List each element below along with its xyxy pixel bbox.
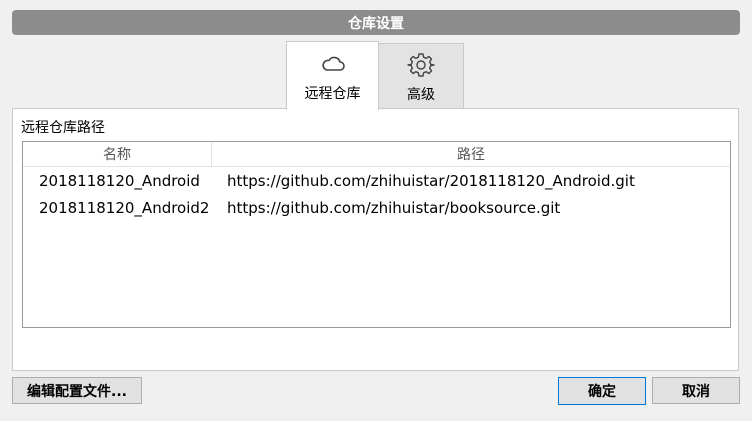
remote-repository-table[interactable]: 名称 路径 2018118120_Android https://github.… [22,141,731,328]
table-row[interactable]: 2018118120_Android2 https://github.com/z… [23,194,730,221]
tab-label: 高级 [407,87,435,103]
dialog-title: 仓库设置 [348,15,404,32]
tab-remote-repository[interactable]: 远程仓库 [286,41,379,110]
section-label: 远程仓库路径 [21,120,105,136]
cancel-button[interactable]: 取消 [652,377,740,404]
repository-path: https://github.com/zhihuistar/2018118120… [227,171,635,190]
repository-name: 2018118120_Android2 [39,198,210,217]
table-row[interactable]: 2018118120_Android https://github.com/zh… [23,167,730,194]
edit-config-file-button[interactable]: 编辑配置文件... [12,377,142,404]
dialog-title-bar: 仓库设置 [12,10,740,35]
repository-name: 2018118120_Android [39,171,200,190]
ok-button[interactable]: 确定 [558,377,646,405]
column-header-path[interactable]: 路径 [212,142,730,166]
cloud-icon [320,50,346,78]
tab-label: 远程仓库 [304,86,361,102]
tab-advanced[interactable]: 高级 [378,43,464,108]
table-header: 名称 路径 [23,142,730,167]
gear-icon [407,51,435,79]
repository-settings-dialog: 仓库设置 远程仓库 高级 远程仓库路径 名称 路径 2018118120_And… [0,0,752,421]
remote-repository-panel: 远程仓库路径 名称 路径 2018118120_Android https://… [12,108,739,371]
column-header-name[interactable]: 名称 [23,142,212,166]
repository-path: https://github.com/zhihuistar/booksource… [227,198,561,217]
